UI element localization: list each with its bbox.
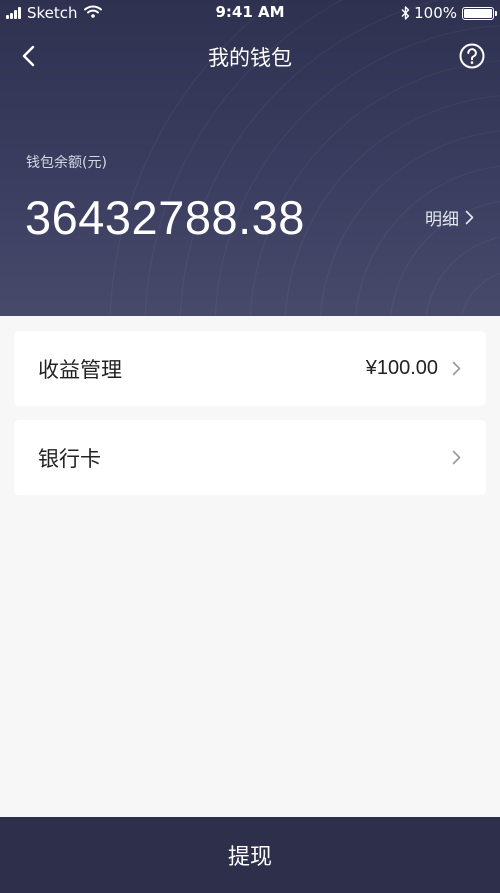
earnings-management-item[interactable]: 收益管理 ¥100.00 [14,331,486,406]
chevron-right-icon [459,210,474,225]
withdraw-button[interactable]: 提现 [0,817,500,893]
nav-bar: 我的钱包 [0,30,500,80]
balance-label: 钱包余额(元) [26,155,107,171]
balance-amount: 36432788.38 [25,191,305,244]
bank-card-label: 银行卡 [38,446,101,471]
earnings-label: 收益管理 [38,357,122,382]
chevron-right-icon [450,361,462,377]
status-bar-right: 100% [401,3,497,23]
question-circle-icon [459,43,485,69]
wallet-header: Sketch 9:41 AM 100% 我的钱包 钱包余额(元) 3643278… [0,0,500,316]
page-title: 我的钱包 [208,46,292,70]
battery-icon [462,6,497,20]
detail-link[interactable]: 明细 [425,205,474,230]
status-bar: Sketch 9:41 AM 100% [0,0,500,26]
detail-label: 明细 [425,210,459,230]
bank-card-item[interactable]: 银行卡 [14,420,486,495]
battery-percent: 100% [414,4,457,22]
bluetooth-icon [401,6,410,20]
help-button[interactable] [456,40,488,72]
earnings-value: ¥100.00 [365,357,438,379]
chevron-right-icon [450,450,462,466]
